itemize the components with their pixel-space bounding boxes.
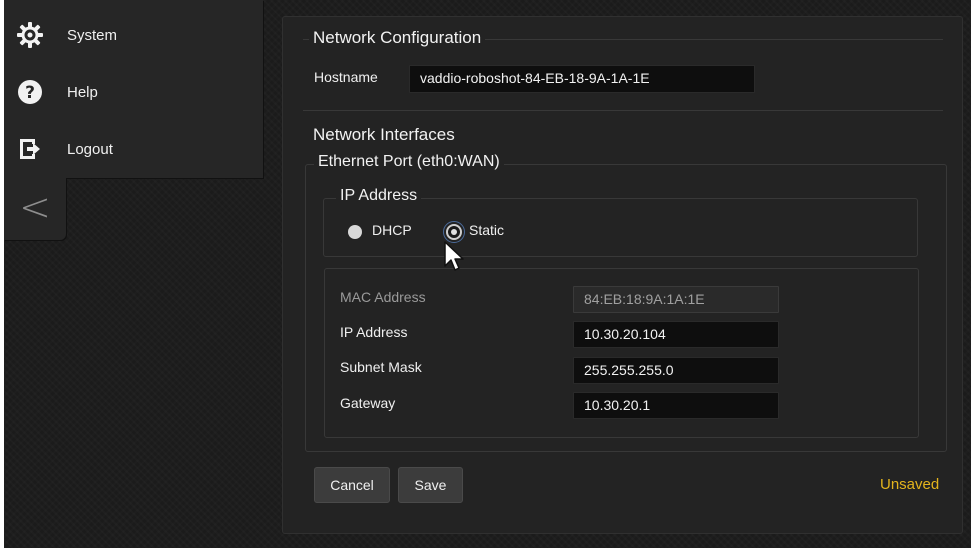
mac-address-field: 84:EB:18:9A:1A:1E <box>573 286 779 313</box>
sidebar-item-label: Help <box>67 83 98 101</box>
status-badge: Unsaved <box>880 476 940 493</box>
collapse-sidebar-button[interactable]: < <box>4 178 66 240</box>
svg-text:?: ? <box>25 83 35 103</box>
dhcp-label[interactable]: DHCP <box>372 222 412 238</box>
sidebar-item-label: Logout <box>67 140 113 158</box>
gear-icon <box>16 21 44 49</box>
sidebar-item-help[interactable]: ? Help <box>4 63 263 121</box>
mouse-cursor-icon <box>444 241 464 271</box>
static-address-group: MAC Address 84:EB:18:9A:1A:1E IP Address… <box>324 268 919 438</box>
chevron-left-icon: < <box>19 185 51 229</box>
hostname-input[interactable]: vaddio-roboshot-84-EB-18-9A-1A-1E <box>409 65 755 93</box>
subnet-mask-label: Subnet Mask <box>340 359 422 375</box>
sidebar-item-logout[interactable]: Logout <box>4 120 263 178</box>
sidebar-item-label: System <box>67 26 118 44</box>
cancel-button[interactable]: Cancel <box>314 467 390 503</box>
subnet-mask-input[interactable]: 255.255.255.0 <box>573 357 779 384</box>
ip-mode-title: IP Address <box>336 187 422 205</box>
help-icon: ? <box>16 78 44 106</box>
static-label[interactable]: Static <box>469 222 504 238</box>
static-radio[interactable] <box>443 221 465 243</box>
ethernet-port-title: Ethernet Port (eth0:WAN) <box>314 153 504 171</box>
gateway-label: Gateway <box>340 395 396 411</box>
ethernet-port-group: Ethernet Port (eth0:WAN) IP Address DHCP… <box>305 153 947 452</box>
gateway-input[interactable]: 10.30.20.1 <box>573 392 779 419</box>
section-title: Network Configuration <box>309 28 486 48</box>
ip-address-input[interactable]: 10.30.20.104 <box>573 321 779 348</box>
hostname-label: Hostname <box>314 69 378 85</box>
mac-address-label: MAC Address <box>340 289 426 305</box>
sidebar-menu: System ? Help Logout <box>4 0 263 178</box>
save-button[interactable]: Save <box>398 467 463 503</box>
ip-mode-group: IP Address DHCP Static <box>323 187 918 257</box>
network-interfaces-title: Network Interfaces <box>309 125 459 145</box>
ip-address-label: IP Address <box>340 324 408 340</box>
network-configuration-panel: Network Configuration Hostname vaddio-ro… <box>282 16 963 534</box>
logout-icon <box>16 135 44 163</box>
sidebar-item-system[interactable]: System <box>4 6 263 64</box>
dhcp-radio[interactable] <box>348 225 362 239</box>
